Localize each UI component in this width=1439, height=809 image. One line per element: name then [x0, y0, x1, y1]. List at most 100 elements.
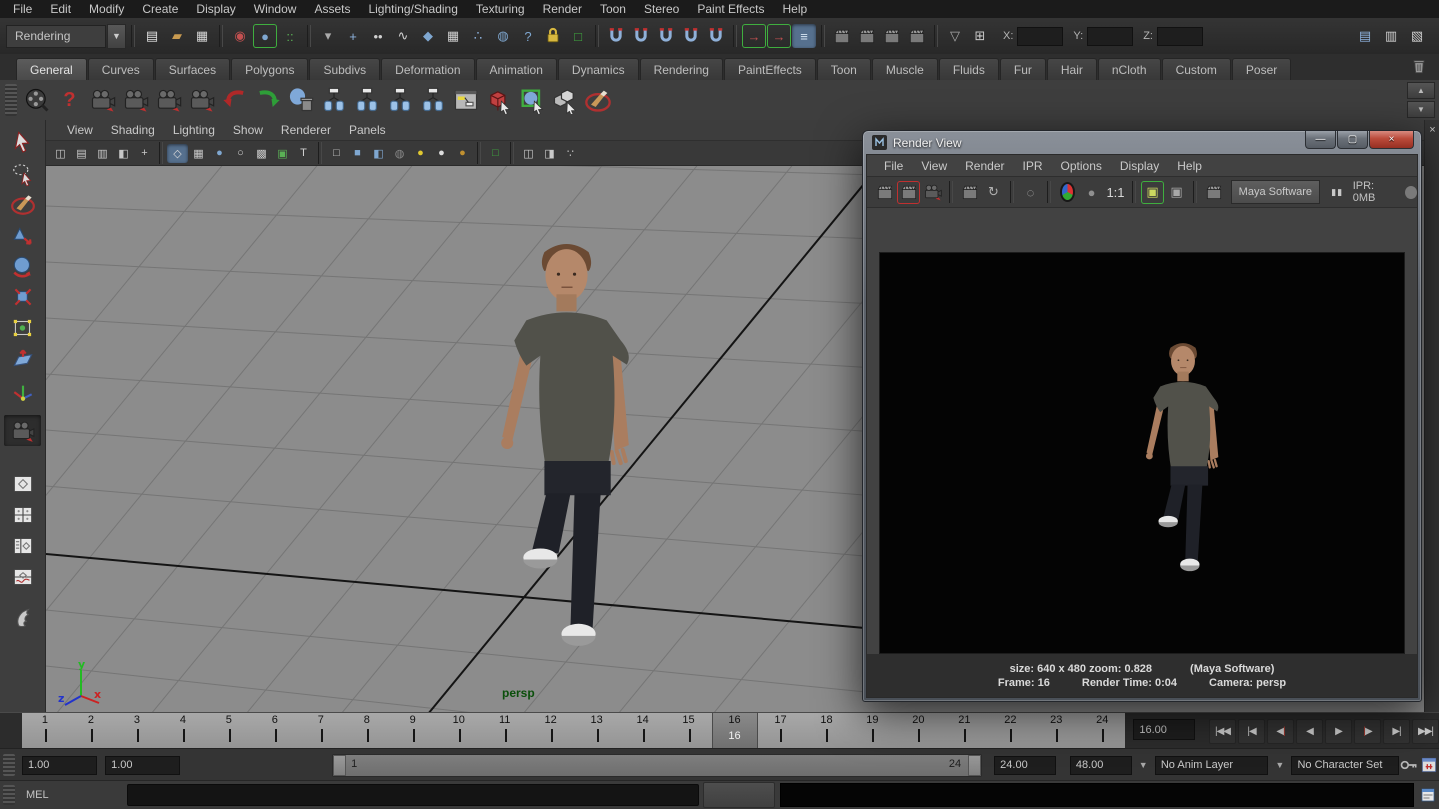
safe-action-icon[interactable]: ▣: [272, 144, 293, 163]
last-tool-camera[interactable]: [4, 415, 41, 446]
timeline-frame-14[interactable]: 14: [620, 713, 666, 749]
mask-deformations-icon[interactable]: ▦: [441, 24, 465, 48]
field-chart-icon[interactable]: ▩: [251, 144, 272, 163]
timeline-frame-19[interactable]: 19: [849, 713, 895, 749]
menu-modify[interactable]: Modify: [80, 0, 133, 18]
range-end-handle[interactable]: [968, 755, 981, 776]
character-model[interactable]: [464, 234, 669, 666]
render-shelf-icon[interactable]: [20, 84, 53, 117]
lasso-select-tool[interactable]: [4, 157, 41, 188]
shelf-tab-fur[interactable]: Fur: [1000, 58, 1046, 80]
go-to-end-button[interactable]: ▶▶|: [1412, 719, 1439, 744]
zoom-one-to-one-label[interactable]: 1:1: [1104, 181, 1127, 204]
x-input[interactable]: [1017, 27, 1063, 46]
light-white-icon[interactable]: ●: [431, 144, 452, 163]
shelf-tab-hair[interactable]: Hair: [1047, 58, 1097, 80]
universal-manipulator-tool[interactable]: [4, 312, 41, 343]
2d-pan-zoom-icon[interactable]: +: [134, 144, 155, 163]
menu-set-dropdown-arrow-icon[interactable]: ▼: [107, 24, 126, 49]
render-current-frame-icon[interactable]: [855, 24, 879, 48]
timeline-frame-22[interactable]: 22: [987, 713, 1033, 749]
timeline-frame-15[interactable]: 15: [666, 713, 712, 749]
wireframe-display-icon[interactable]: □: [326, 144, 347, 163]
set-key-icon[interactable]: [1399, 755, 1419, 775]
safe-title-icon[interactable]: T: [293, 144, 314, 163]
timeline-frame-7[interactable]: 7: [298, 713, 344, 749]
image-plane-icon[interactable]: ◧: [113, 144, 134, 163]
show-tool-settings-icon[interactable]: ▥: [1379, 24, 1403, 48]
current-time-field[interactable]: 16.00: [1133, 719, 1195, 740]
rendered-image[interactable]: [879, 252, 1405, 654]
wireframe-on-shaded-icon[interactable]: ◨: [539, 144, 560, 163]
command-language-label[interactable]: MEL: [26, 789, 49, 801]
render-help-icon[interactable]: ?: [53, 84, 86, 117]
timeline-frame-18[interactable]: 18: [803, 713, 849, 749]
timeline-frame-4[interactable]: 4: [160, 713, 206, 749]
shading-group-material-icon[interactable]: [350, 84, 383, 117]
play-forwards-button[interactable]: ▶: [1325, 719, 1352, 744]
alpha-channel-icon[interactable]: ●: [1080, 181, 1103, 204]
shading-group-icon[interactable]: [317, 84, 350, 117]
anim-layer-selector[interactable]: No Anim Layer: [1155, 756, 1268, 775]
light-gold-icon[interactable]: ●: [452, 144, 473, 163]
snap-to-view-planes-icon[interactable]: [704, 24, 728, 48]
show-channel-box-icon[interactable]: ▤: [1353, 24, 1377, 48]
gate-mask-icon[interactable]: ○: [230, 144, 251, 163]
select-tool[interactable]: [4, 126, 41, 157]
ipr-update-region-icon[interactable]: ◌: [1019, 181, 1042, 204]
render-settings-icon[interactable]: [905, 24, 929, 48]
resolution-gate-icon[interactable]: ●: [209, 144, 230, 163]
menu-texturing[interactable]: Texturing: [467, 0, 534, 18]
layout-single-pane[interactable]: [4, 468, 41, 499]
create-camera-aim-icon[interactable]: [119, 84, 152, 117]
snap-to-grids-icon[interactable]: [604, 24, 628, 48]
mask-dynamics-icon[interactable]: ∴: [466, 24, 490, 48]
range-start-handle[interactable]: [333, 755, 346, 776]
camera-bookmark-icon[interactable]: [185, 84, 218, 117]
convert-to-file-texture-icon[interactable]: [548, 84, 581, 117]
render-current-frame-icon[interactable]: [873, 181, 896, 204]
shelf-tab-dynamics[interactable]: Dynamics: [558, 58, 639, 80]
rotate-tool[interactable]: [4, 250, 41, 281]
renderer-selector-button[interactable]: Maya Software: [1231, 180, 1320, 204]
assign-material-icon[interactable]: [482, 84, 515, 117]
step-forward-key-button[interactable]: |▶: [1354, 719, 1381, 744]
show-manipulator-tool[interactable]: [4, 374, 41, 405]
render-view-menu-view[interactable]: View: [912, 157, 956, 175]
paint-selection-tool[interactable]: [4, 188, 41, 219]
menu-set-selector[interactable]: Rendering: [6, 25, 106, 48]
lock-selection-icon[interactable]: [541, 24, 565, 48]
save-scene-icon[interactable]: ▦: [190, 24, 214, 48]
render-view-menu-options[interactable]: Options: [1052, 157, 1111, 175]
material-sample-icon[interactable]: [383, 84, 416, 117]
auto-keyframe-icon[interactable]: [1419, 755, 1439, 775]
rgb-channels-icon[interactable]: [1056, 181, 1079, 204]
timeline-ruler[interactable]: 1234567891011121314151616171819202122232…: [22, 713, 1125, 749]
input-connections-icon[interactable]: →: [742, 24, 766, 48]
camera-attributes-icon[interactable]: ▤: [71, 144, 92, 163]
select-component-mode-icon[interactable]: ::: [278, 24, 302, 48]
snap-to-planes-icon[interactable]: [679, 24, 703, 48]
shelf-tab-subdivs[interactable]: Subdivs: [309, 58, 380, 80]
render-view-window[interactable]: Render View — ▢ × FileViewRenderIPROptio…: [862, 130, 1422, 702]
menu-lighting-shading[interactable]: Lighting/Shading: [359, 0, 466, 18]
select-hierarchy-mode-icon[interactable]: ◉: [228, 24, 252, 48]
menu-edit[interactable]: Edit: [41, 0, 80, 18]
y-input[interactable]: [1087, 27, 1133, 46]
menu-toon[interactable]: Toon: [591, 0, 635, 18]
step-back-frame-button[interactable]: |◀: [1238, 719, 1265, 744]
shelf-tab-polygons[interactable]: Polygons: [231, 58, 308, 80]
shelf-tab-fluids[interactable]: Fluids: [939, 58, 999, 80]
shelf-scroll-down-icon[interactable]: ▼: [1407, 101, 1435, 118]
texture-sample-icon[interactable]: [416, 84, 449, 117]
timeline-frame-11[interactable]: 11: [482, 713, 528, 749]
snap-to-curves-icon[interactable]: [629, 24, 653, 48]
menu-render[interactable]: Render: [534, 0, 591, 18]
remove-image-icon[interactable]: ▣: [1165, 181, 1188, 204]
highlight-selection-icon[interactable]: □: [566, 24, 590, 48]
timeline-frame-8[interactable]: 8: [344, 713, 390, 749]
shelf-trash-icon[interactable]: [1407, 54, 1431, 78]
refresh-ipr-icon[interactable]: ↻: [982, 181, 1005, 204]
close-button[interactable]: ×: [1369, 131, 1414, 149]
quick-selection-filter-icon[interactable]: ▽: [943, 24, 967, 48]
